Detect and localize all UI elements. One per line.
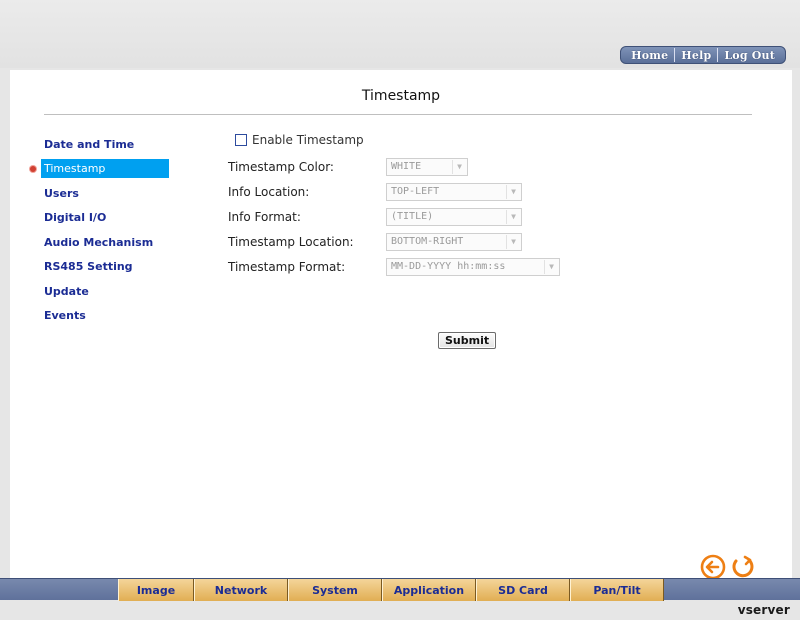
sidebar-item-users[interactable]: Users (30, 181, 190, 206)
sidebar-item-label[interactable]: Events (41, 307, 89, 324)
field-label: Info Format: (228, 209, 301, 224)
sidebar-item-digital-io[interactable]: Digital I/O (30, 206, 190, 231)
tab-sd-card[interactable]: SD Card (476, 579, 570, 601)
home-link[interactable]: Home (625, 49, 674, 62)
sidebar-item-events[interactable]: Events (30, 304, 190, 329)
title-divider (44, 114, 752, 115)
select-value: BOTTOM-RIGHT (391, 236, 464, 247)
tab-system[interactable]: System (288, 579, 382, 601)
select-value: MM-DD-YYYY hh:mm:ss (391, 261, 506, 272)
select-value: TOP-LEFT (391, 186, 440, 197)
submit-button[interactable]: Submit (438, 332, 497, 349)
submit-wrap: Submit (438, 329, 497, 349)
timestamp-location-select[interactable]: BOTTOM-RIGHT ▼ (386, 232, 522, 251)
sidebar-item-label[interactable]: Users (41, 185, 82, 202)
chevron-down-icon[interactable]: ▼ (506, 184, 520, 199)
chevron-down-icon[interactable]: ▼ (452, 159, 466, 174)
info-format-select[interactable]: (TITLE) ▼ (386, 207, 522, 226)
sidebar-item-audio-mechanism[interactable]: Audio Mechanism (30, 230, 190, 255)
sidebar-item-label[interactable]: Audio Mechanism (41, 234, 156, 251)
sidebar-item-label[interactable]: Digital I/O (41, 209, 109, 226)
chevron-down-icon[interactable]: ▼ (544, 259, 558, 274)
chevron-down-icon[interactable]: ▼ (506, 234, 520, 249)
timestamp-color-row: Timestamp Color: WHITE ▼ (228, 154, 560, 179)
enable-timestamp-row: Enable Timestamp (228, 130, 560, 150)
field-label: Timestamp Color: (228, 159, 334, 174)
bottom-menu-bar: Image Network System Application SD Card… (0, 578, 800, 601)
bottom-tabs: Image Network System Application SD Card… (118, 579, 664, 601)
select-value: (TITLE) (391, 211, 434, 222)
timestamp-location-row: Timestamp Location: BOTTOM-RIGHT ▼ (228, 229, 560, 254)
sidebar-item-timestamp[interactable]: Timestamp (30, 157, 190, 182)
page-title: Timestamp (361, 88, 441, 104)
sidebar: Date and Time Timestamp Users Digital I/… (30, 132, 190, 328)
info-location-select[interactable]: TOP-LEFT ▼ (386, 182, 522, 201)
sidebar-item-update[interactable]: Update (30, 279, 190, 304)
field-label: Timestamp Format: (228, 259, 346, 274)
top-nav: Home Help Log Out (620, 46, 786, 64)
select-value: WHITE (391, 161, 422, 172)
log-out-link[interactable]: Log Out (718, 49, 781, 62)
sidebar-item-label[interactable]: Update (41, 283, 92, 300)
sidebar-item-label[interactable]: Timestamp (41, 159, 169, 179)
refresh-icon[interactable] (730, 554, 756, 580)
tab-network[interactable]: Network (194, 579, 288, 601)
timestamp-form: Enable Timestamp Timestamp Color: WHITE … (228, 130, 560, 279)
sidebar-item-rs485-setting[interactable]: RS485 Setting (30, 255, 190, 280)
corner-icons (700, 554, 756, 580)
field-label: Timestamp Location: (228, 234, 354, 249)
help-link[interactable]: Help (675, 49, 717, 62)
timestamp-format-select[interactable]: MM-DD-YYYY hh:mm:ss ▼ (386, 257, 560, 276)
content-panel: Timestamp Date and Time Timestamp Users … (10, 70, 792, 580)
tab-pan-tilt[interactable]: Pan/Tilt (570, 579, 664, 601)
enable-timestamp-label[interactable]: Enable Timestamp (252, 133, 364, 147)
timestamp-color-select[interactable]: WHITE ▼ (386, 157, 468, 176)
active-bullet-icon (30, 165, 36, 172)
timestamp-format-row: Timestamp Format: MM-DD-YYYY hh:mm:ss ▼ (228, 254, 560, 279)
chevron-down-icon[interactable]: ▼ (506, 209, 520, 224)
field-label: Info Location: (228, 184, 310, 199)
enable-timestamp-checkbox[interactable] (235, 134, 247, 146)
back-arrow-icon[interactable] (700, 554, 726, 580)
brand-logo: vserver (737, 603, 790, 617)
tab-application[interactable]: Application (382, 579, 476, 601)
sidebar-item-label[interactable]: Date and Time (41, 136, 137, 153)
sidebar-item-label[interactable]: RS485 Setting (41, 258, 136, 275)
sidebar-item-date-and-time[interactable]: Date and Time (30, 132, 190, 157)
tab-image[interactable]: Image (118, 579, 194, 601)
info-format-row: Info Format: (TITLE) ▼ (228, 204, 560, 229)
info-location-row: Info Location: TOP-LEFT ▼ (228, 179, 560, 204)
